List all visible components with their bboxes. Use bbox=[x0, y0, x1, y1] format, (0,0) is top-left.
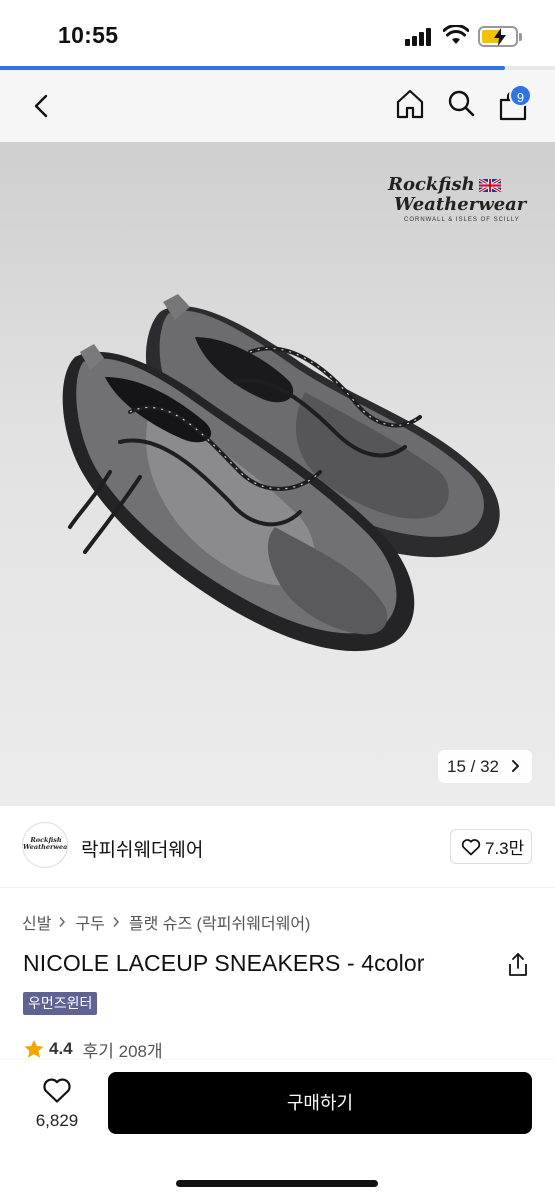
status-time: 10:55 bbox=[58, 22, 119, 48]
brand-like-count: 7.3만 bbox=[485, 839, 525, 858]
breadcrumb-item[interactable]: 구두 bbox=[75, 910, 104, 934]
image-counter[interactable]: 15 / 32 bbox=[438, 750, 532, 783]
wifi-icon bbox=[443, 25, 469, 44]
cart-count-badge: 9 bbox=[509, 84, 532, 107]
rating-row[interactable]: 4.4 후기 208개 bbox=[23, 1038, 163, 1061]
heart-icon bbox=[461, 838, 481, 855]
search-icon[interactable] bbox=[446, 88, 476, 120]
status-bar: 10:55 bbox=[0, 0, 555, 66]
cellular-signal-icon bbox=[405, 28, 433, 46]
top-navigation: 9 bbox=[0, 70, 555, 142]
wishlist-count: 6,829 bbox=[35, 1111, 79, 1130]
brand-row: Rockfish Weatherwear 락피쉬웨더웨어 7.3만 bbox=[0, 806, 555, 888]
heart-icon bbox=[43, 1078, 71, 1103]
home-icon[interactable] bbox=[395, 88, 425, 120]
product-image[interactable]: Rockfish Weatherwear CORNWALL & ISLES OF… bbox=[0, 142, 555, 806]
chevron-right-icon bbox=[512, 760, 519, 772]
rating-score: 4.4 bbox=[49, 1039, 73, 1058]
review-count: 후기 208개 bbox=[82, 1041, 163, 1061]
product-title: NICOLE LACEUP SNEAKERS - 4color bbox=[23, 950, 425, 976]
breadcrumb: 신발 구두 플랫 슈즈 (락피쉬웨더웨어) bbox=[22, 910, 310, 934]
brand-like-button[interactable]: 7.3만 bbox=[450, 829, 532, 864]
home-indicator bbox=[176, 1180, 378, 1187]
wishlist-button[interactable]: 6,829 bbox=[26, 1074, 88, 1134]
chevron-right-icon bbox=[59, 917, 66, 927]
breadcrumb-item[interactable]: 플랫 슈즈 (락피쉬웨더웨어) bbox=[129, 910, 310, 934]
brand-name[interactable]: 락피쉬웨더웨어 bbox=[81, 835, 203, 862]
breadcrumb-item[interactable]: 신발 bbox=[22, 910, 51, 934]
bottom-action-bar: 6,829 구매하기 bbox=[0, 1060, 555, 1200]
buy-button[interactable]: 구매하기 bbox=[108, 1072, 532, 1134]
brand-logo[interactable]: Rockfish Weatherwear bbox=[22, 822, 68, 868]
shoe-pair-illustration bbox=[62, 294, 500, 652]
battery-icon bbox=[478, 26, 522, 47]
chevron-right-icon bbox=[113, 917, 119, 927]
back-icon[interactable] bbox=[28, 90, 56, 122]
star-icon bbox=[24, 1040, 44, 1058]
category-tag: 우먼즈윈터 bbox=[23, 992, 98, 1015]
share-icon[interactable] bbox=[506, 952, 530, 978]
